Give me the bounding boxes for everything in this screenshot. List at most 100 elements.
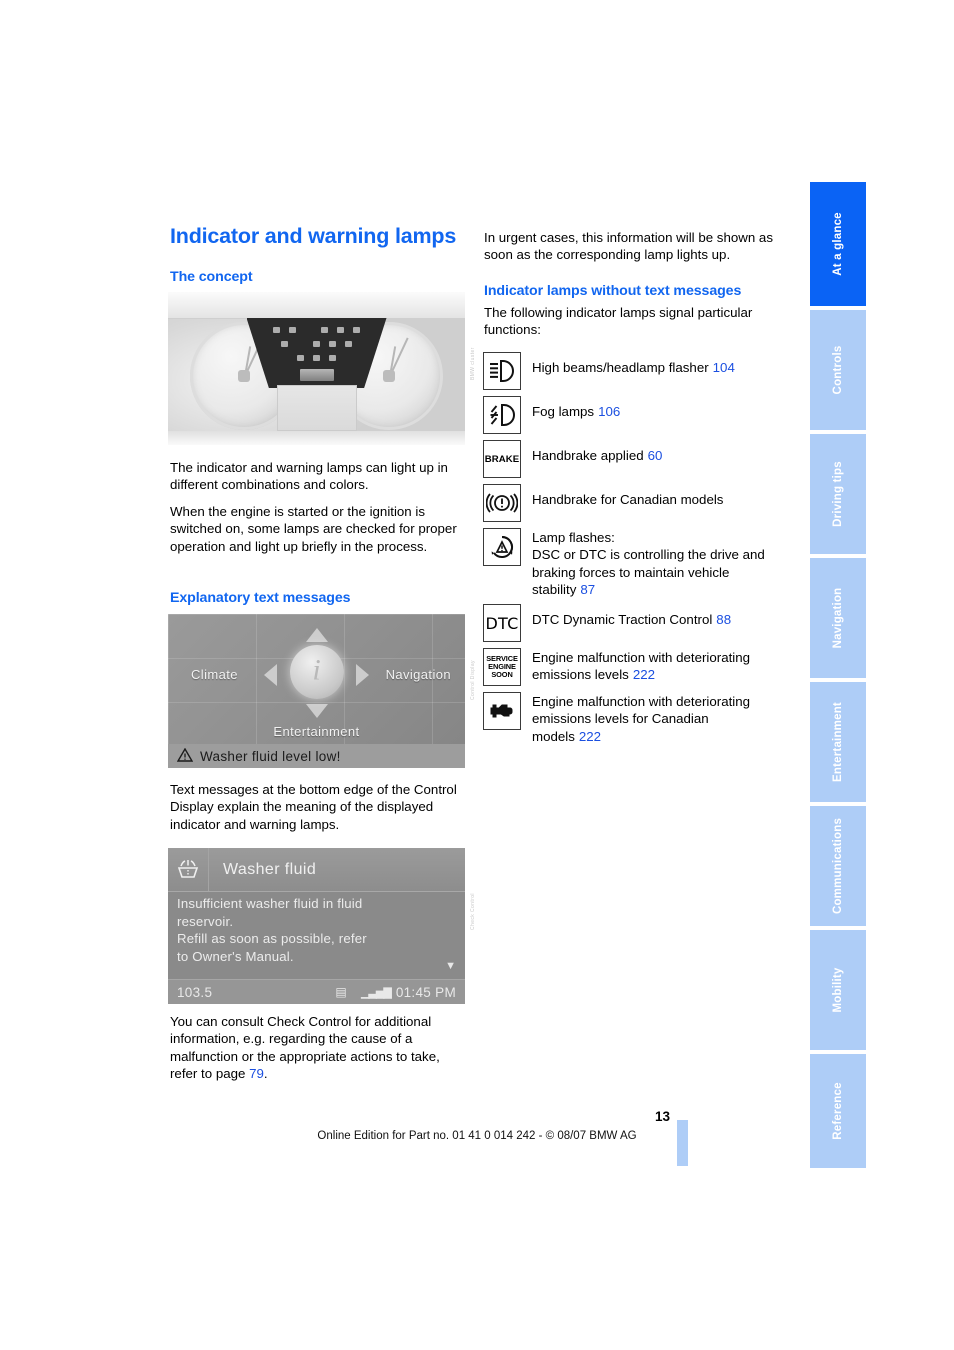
figure-credit: Control Display <box>470 660 476 700</box>
table-row: BRAKE Handbrake applied 60 <box>483 440 776 478</box>
arrow-up-icon <box>305 628 328 642</box>
lamp-page-ref[interactable]: 60 <box>648 448 663 463</box>
washer-fluid-body-line-4: to Owner's Manual. <box>177 948 294 964</box>
brake-text-icon: BRAKE <box>483 440 521 478</box>
lamp-page-ref[interactable]: 106 <box>598 404 620 419</box>
scroll-down-icon[interactable]: ▼ <box>445 960 456 972</box>
washer-fluid-body: Insufficient washer fluid in fluid reser… <box>177 895 445 965</box>
telltale-icon <box>289 327 296 333</box>
table-row: High beams/headlamp flasher 104 <box>483 352 776 390</box>
washer-fluid-body-line-2: reservoir. <box>177 913 234 929</box>
telltale-icon <box>297 355 304 361</box>
lamp-row-text: Fog lamps 106 <box>532 396 620 420</box>
arrow-left-icon <box>264 664 277 686</box>
radio-frequency: 103.5 <box>177 984 213 1000</box>
tab-navigation[interactable]: Navigation <box>810 558 866 678</box>
lamp-row-text: Lamp flashes: DSC or DTC is controlling … <box>532 528 776 598</box>
tab-at-a-glance-label: At a glance <box>832 212 844 276</box>
fog-lamp-icon <box>483 396 521 434</box>
table-row: Fog lamps 106 <box>483 396 776 434</box>
table-row: Handbrake for Canadian models <box>483 484 776 522</box>
tab-reference[interactable]: Reference <box>810 1054 866 1168</box>
cluster-bezel-bottom <box>168 431 465 445</box>
heading-indicator-lamps-without-text: Indicator lamps without text messages <box>484 283 742 299</box>
arrow-down-icon <box>305 704 328 718</box>
telltale-icon <box>313 341 320 347</box>
washer-fluid-body-line-3: Refill as soon as possible, refer <box>177 931 367 946</box>
telltale-row-2 <box>247 341 387 347</box>
high-beam-icon <box>483 352 521 390</box>
washer-fluid-title: Washer fluid <box>223 860 317 878</box>
lamp-description: Handbrake for Canadian models <box>532 492 724 507</box>
paragraph-following-lamps: The following indicator lamps signal par… <box>484 305 753 338</box>
cluster-info-display <box>276 385 357 431</box>
lamp-page-ref[interactable]: 104 <box>713 360 735 375</box>
page-title: Indicator and warning lamps <box>170 224 457 248</box>
paragraph-check-control-period: . <box>263 1065 268 1081</box>
speedometer-hub <box>238 370 250 382</box>
paragraph-check-control: You can consult Check Control for additi… <box>170 1013 470 1082</box>
page-reference-79[interactable]: 79 <box>249 1066 264 1081</box>
signal-bars-icon: ▁▃▅▇ <box>360 986 392 999</box>
tab-communications[interactable]: Communications <box>810 806 866 926</box>
tab-entertainment[interactable]: Entertainment <box>810 682 866 802</box>
tab-driving-tips[interactable]: Driving tips <box>810 434 866 554</box>
telltale-icon <box>345 341 352 347</box>
washer-fluid-title-bar: Washer fluid <box>168 848 465 892</box>
telltale-icon <box>321 327 328 333</box>
cd-menu-navigation: Navigation <box>385 667 451 682</box>
tab-at-a-glance[interactable]: At a glance <box>810 182 866 306</box>
warning-triangle-icon <box>176 747 194 765</box>
telltale-row-1 <box>247 327 387 333</box>
lamp-page-ref[interactable]: 87 <box>580 582 595 597</box>
lamp-description: Lamp flashes: DSC or DTC is controlling … <box>532 530 765 597</box>
tab-controls[interactable]: Controls <box>810 310 866 430</box>
dsc-triangle-icon <box>483 528 521 566</box>
tab-controls-label: Controls <box>832 345 844 395</box>
telltale-panel <box>246 318 387 388</box>
tab-navigation-label: Navigation <box>832 587 844 649</box>
lamp-row-text: Engine malfunction with deteriorating em… <box>532 648 776 684</box>
tab-mobility[interactable]: Mobility <box>810 930 866 1050</box>
service-engine-soon-label: SERVICE ENGINE SOON <box>486 653 518 680</box>
telltale-icon <box>353 327 360 333</box>
table-row: DTC DTC Dynamic Traction Control 88 <box>483 604 776 643</box>
paragraph-ignition-check: When the engine is started or the igniti… <box>170 504 457 554</box>
table-row: SERVICE ENGINE SOON Engine malfunction wit… <box>483 648 776 687</box>
cd-status-message: Washer fluid level low! <box>200 748 341 764</box>
manual-page: At a glance Controls Driving tips Naviga… <box>0 0 954 1350</box>
lamp-page-ref[interactable]: 222 <box>633 667 655 682</box>
lamp-row-text: Engine malfunction with deteriorating em… <box>532 692 776 745</box>
telltale-icon <box>313 355 320 361</box>
lamp-row-text: Handbrake applied 60 <box>532 440 662 464</box>
arrow-right-icon <box>356 664 369 686</box>
control-display-grid: Climate Navigation Entertainment <box>168 614 465 744</box>
washer-fluid-status-bar: 103.5 ▤ ▁▃▅▇ 01:45 PM <box>168 979 465 1004</box>
lamp-description: Engine malfunction with deteriorating em… <box>532 694 751 744</box>
figure-credit: Check Control <box>470 893 476 930</box>
cd-menu-climate: Climate <box>191 667 238 682</box>
paragraph-check-control-text: You can consult Check Control for additi… <box>170 1014 440 1081</box>
washer-fluid-icon <box>168 848 209 891</box>
section-tab-rail: At a glance Controls Driving tips Naviga… <box>810 182 866 1168</box>
lamp-page-ref[interactable]: 222 <box>579 729 601 744</box>
tab-mobility-label: Mobility <box>832 967 844 1013</box>
table-row: Lamp flashes: DSC or DTC is controlling … <box>483 528 776 598</box>
telltale-icon <box>329 355 336 361</box>
tachometer-hub <box>383 370 395 382</box>
cd-menu-entertainment: Entertainment <box>273 724 360 739</box>
lamp-row-text: DTC Dynamic Traction Control 88 <box>532 604 731 628</box>
lamp-page-ref[interactable]: 88 <box>716 612 731 627</box>
dtc-text-icon: DTC <box>483 604 521 643</box>
lamp-description: Fog lamps <box>532 404 595 419</box>
tab-communications-label: Communications <box>832 817 844 915</box>
lamp-row-text: Handbrake for Canadian models <box>532 484 727 508</box>
telltale-icon <box>281 341 288 347</box>
figure-credit: BMW cluster <box>470 347 476 380</box>
lamp-description: Handbrake applied <box>532 448 644 463</box>
info-orb-icon <box>289 645 344 699</box>
page-edge-marker <box>677 1120 688 1166</box>
washer-fluid-body-line-1: Insufficient washer fluid in fluid <box>177 896 363 911</box>
brake-icon-label: BRAKE <box>484 453 520 465</box>
tab-driving-tips-label: Driving tips <box>832 461 844 527</box>
